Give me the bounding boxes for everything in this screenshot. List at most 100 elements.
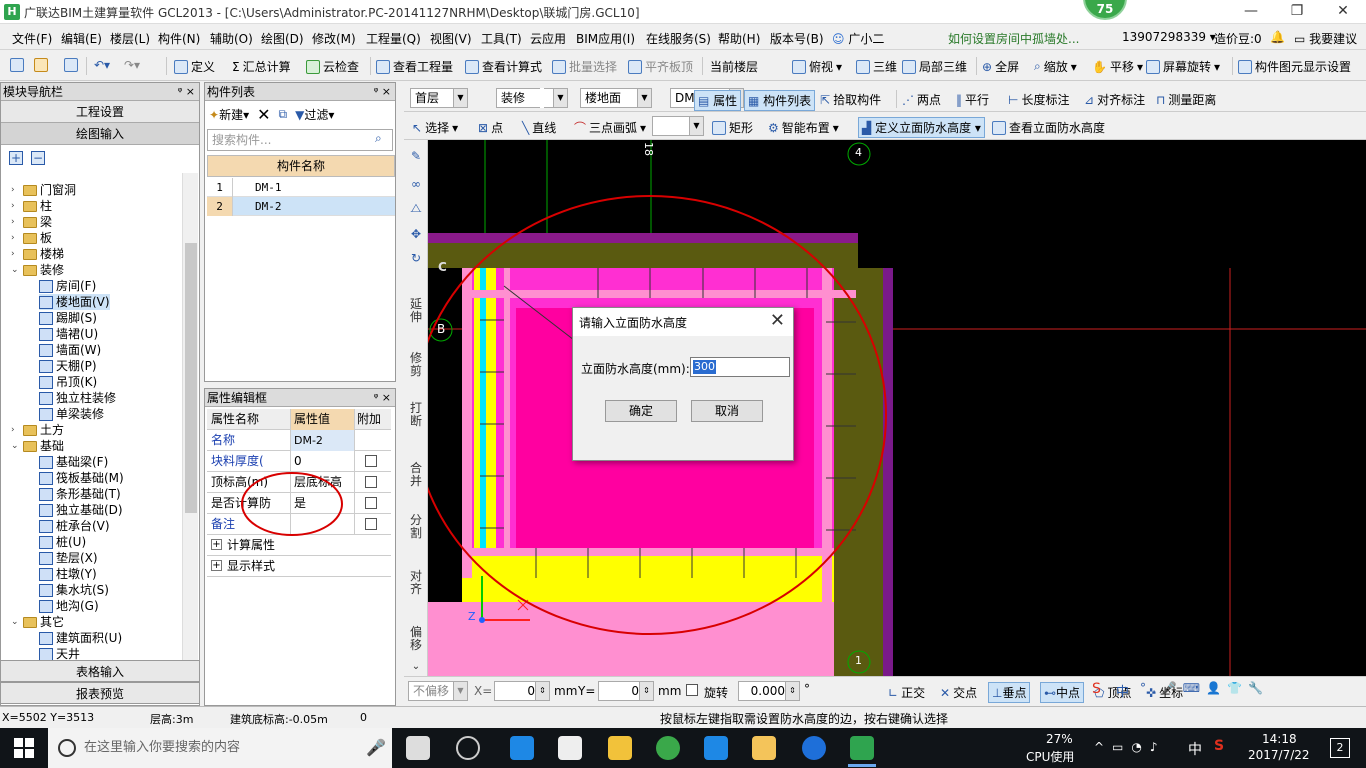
menu-component[interactable]: 构件(N) [158, 30, 200, 47]
property-row[interactable]: 名称 DM-2 [207, 430, 391, 451]
glodon-g-icon[interactable] [802, 736, 826, 760]
brush-icon[interactable]: ✎ [409, 150, 423, 163]
ime-logo-icon[interactable]: S [1092, 681, 1101, 697]
folder-icon[interactable] [608, 736, 632, 760]
app-green-icon[interactable] [656, 736, 680, 760]
tree-item[interactable]: 房间(F) [39, 278, 96, 294]
cloud-check-button[interactable]: 云检查 [306, 58, 359, 75]
property-button[interactable]: ▤ 属性 [694, 90, 742, 111]
dialog-close-icon[interactable]: ✕ [770, 310, 785, 331]
filter-button[interactable]: ▼过滤▾ [295, 106, 334, 123]
arc-option-select[interactable]: ▼ [652, 116, 704, 136]
rotate-input[interactable]: 0.000 ⇕ [738, 681, 800, 701]
tree-item[interactable]: 基础梁(F) [39, 454, 108, 470]
arc-button[interactable]: ⌒ 三点画弧 ▾ [574, 119, 646, 136]
pick-component-button[interactable]: ⇱ 拾取构件 [820, 91, 881, 108]
chevron-right-icon[interactable]: › [11, 198, 20, 214]
align-mark-button[interactable]: ⊿ 对齐标注 [1084, 91, 1145, 108]
intersect-snap[interactable]: ✕ 交点 [940, 684, 977, 701]
chevron-down-icon[interactable]: ⌄ [11, 262, 20, 278]
save-icon[interactable] [64, 58, 78, 72]
menu-floor[interactable]: 楼层(L) [110, 30, 150, 47]
property-row[interactable]: 块料厚度(0 [207, 451, 391, 472]
tip-link[interactable]: 如何设置房间中孤墙处... [948, 30, 1079, 47]
report-preview-button[interactable]: 报表预览 [0, 682, 200, 704]
tree-folder[interactable]: › 梁 [11, 214, 52, 230]
ime-tools-icons[interactable]: °‚🎤⌨👤👕🔧 [1140, 681, 1269, 695]
draw-input-button[interactable]: 绘图输入 [1, 123, 199, 145]
x-input[interactable]: 0 ⇕ [494, 681, 550, 701]
app-blue-icon[interactable] [704, 736, 728, 760]
property-value[interactable] [291, 514, 355, 535]
component-list-button[interactable]: ▦ 构件列表 [744, 90, 816, 111]
pin-close-icon[interactable]: ᵠ × [374, 389, 391, 407]
menu-assist[interactable]: 辅助(O) [210, 30, 253, 47]
view-formula-button[interactable]: 查看计算式 [465, 58, 542, 75]
more-tools-icon[interactable]: ⌄ [409, 660, 423, 673]
three-d-button[interactable]: 三维 [856, 58, 897, 75]
property-value[interactable]: DM-2 [291, 430, 355, 451]
new-component-button[interactable]: ✦新建▾ [209, 106, 249, 123]
current-floor-dropdown[interactable]: 当前楼层 [710, 58, 758, 75]
tree-item[interactable]: 集水坑(S) [39, 582, 109, 598]
floor-select[interactable]: 首层 ▼ [410, 88, 468, 108]
chevron-right-icon[interactable]: › [11, 214, 20, 230]
smart-layout-button[interactable]: ⚙ 智能布置 ▾ [768, 119, 839, 136]
zoom-button[interactable]: ⌕ 缩放 ▾ [1034, 58, 1077, 75]
pin-close-icon[interactable]: ᵠ × [374, 83, 391, 101]
input-method-indicator[interactable]: 中 [1188, 739, 1202, 759]
two-points-button[interactable]: ⋰ 两点 [902, 91, 941, 108]
menu-file[interactable]: 文件(F) [12, 30, 52, 47]
tree-item[interactable]: 桩承台(V) [39, 518, 110, 534]
ok-button[interactable]: 确定 [605, 400, 677, 422]
measure-button[interactable]: ⊓ 测量距离 [1156, 91, 1216, 108]
nav-scrollbar[interactable] [182, 173, 198, 661]
define-waterproof-height-button[interactable]: ▟ 定义立面防水高度 ▾ [858, 117, 985, 138]
chevron-right-icon[interactable]: › [11, 246, 20, 262]
menu-draw[interactable]: 绘图(D) [261, 30, 304, 47]
tree-item[interactable]: 吊顶(K) [39, 374, 97, 390]
ortho-toggle[interactable]: ∟ 正交 [888, 684, 925, 701]
chevron-right-icon[interactable]: › [11, 422, 20, 438]
property-value[interactable]: 0 [291, 451, 355, 472]
rotate-screen-button[interactable]: 屏幕旋转 ▾ [1146, 58, 1220, 75]
y-input[interactable]: 0 ⇕ [598, 681, 654, 701]
move-icon[interactable]: ✥ [409, 228, 423, 241]
close-window-button[interactable]: ✕ [1320, 0, 1366, 24]
midpoint-snap[interactable]: ⊷中点 [1040, 682, 1085, 703]
waterproof-height-input[interactable]: 300 [690, 357, 790, 377]
store-icon[interactable] [558, 736, 582, 760]
open-file-icon[interactable] [34, 58, 48, 72]
define-button[interactable]: 定义 [174, 58, 215, 75]
chevron-right-icon[interactable]: › [11, 230, 20, 246]
suggest-link[interactable]: ▭ 我要建议 [1294, 30, 1357, 47]
pan-button[interactable]: ✋ 平移 ▾ [1092, 58, 1143, 75]
project-settings-button[interactable]: 工程设置 [1, 101, 199, 123]
tree-item[interactable]: 筏板基础(M) [39, 470, 124, 486]
extra-checkbox[interactable] [365, 518, 377, 530]
bell-icon[interactable]: 🔔 [1270, 30, 1285, 44]
tree-item[interactable]: 墙裙(U) [39, 326, 98, 342]
triangle-icon[interactable]: ⧍ [409, 202, 423, 215]
point-button[interactable]: ⊠ 点 [478, 119, 503, 136]
cancel-button[interactable]: 取消 [691, 400, 763, 422]
gcl-app-icon[interactable] [850, 736, 874, 760]
parallel-button[interactable]: ‖ 平行 [956, 91, 989, 108]
tree-item[interactable]: 建筑面积(U) [39, 630, 122, 646]
mirror-icon[interactable]: ∞ [409, 178, 423, 191]
table-input-button[interactable]: 表格输入 [0, 660, 200, 682]
select-button[interactable]: ↖ 选择 ▾ [412, 119, 458, 136]
rect-button[interactable]: 矩形 [712, 119, 753, 136]
restore-button[interactable]: ❐ [1274, 0, 1320, 24]
offset-mode-select[interactable]: 不偏移 ▼ [408, 681, 468, 701]
line-button[interactable]: ╲ 直线 [522, 119, 556, 136]
chevron-down-icon[interactable]: ⌄ [11, 438, 20, 454]
perpendicular-snap[interactable]: ⊥垂点 [988, 682, 1031, 703]
tree-folder[interactable]: ⌄ 装修 [11, 262, 64, 278]
tray-icons[interactable]: ^▭◔♪ [1094, 740, 1166, 754]
edge-icon[interactable] [510, 736, 534, 760]
rotate-tool-icon[interactable]: ↻ [409, 252, 423, 265]
menu-bim[interactable]: BIM应用(I) [576, 30, 635, 47]
property-row[interactable]: 顶标高(m) 层底标高 [207, 472, 391, 493]
extra-checkbox[interactable] [365, 476, 377, 488]
